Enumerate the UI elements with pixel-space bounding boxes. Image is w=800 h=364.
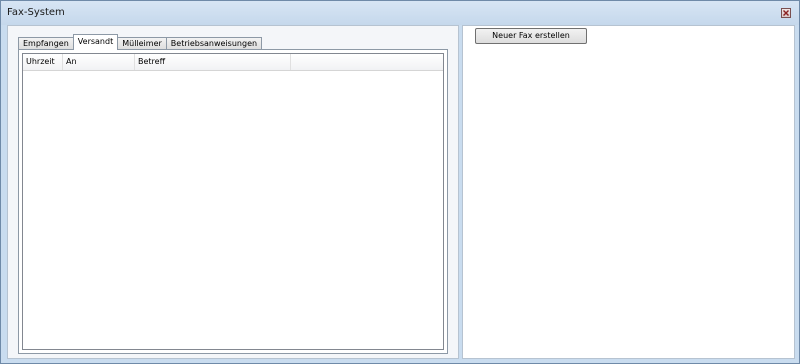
window-title: Fax-System bbox=[7, 7, 65, 18]
new-fax-button[interactable]: Neuer Fax erstellen bbox=[475, 28, 587, 44]
fax-folder-tabs: Empfangen Versandt Mülleimer Betriebsanw… bbox=[18, 34, 263, 50]
sent-fax-list[interactable]: Uhrzeit An Betreff bbox=[22, 53, 444, 350]
fax-list-pane: Empfangen Versandt Mülleimer Betriebsanw… bbox=[7, 25, 459, 359]
tab-versandt[interactable]: Versandt bbox=[72, 34, 119, 50]
tab-panel-versandt: Uhrzeit An Betreff bbox=[18, 49, 448, 354]
column-header-betreff[interactable]: Betreff bbox=[135, 54, 291, 70]
column-header-an[interactable]: An bbox=[63, 54, 135, 70]
column-header-uhrzeit[interactable]: Uhrzeit bbox=[23, 54, 63, 70]
close-button[interactable] bbox=[781, 8, 791, 18]
close-icon bbox=[783, 10, 789, 16]
list-header: Uhrzeit An Betreff bbox=[23, 54, 443, 71]
title-bar[interactable]: Fax-System bbox=[1, 1, 799, 25]
fax-detail-pane: Neuer Fax erstellen bbox=[462, 25, 795, 359]
fax-system-window: Fax-System Empfangen Versandt Mülleimer … bbox=[0, 0, 800, 364]
